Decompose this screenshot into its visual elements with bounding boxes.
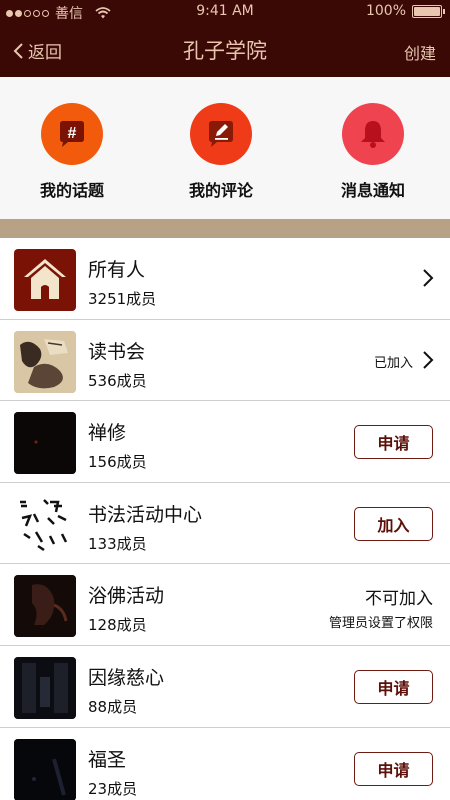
status-bar: 善信 9:41 AM 100% (0, 0, 450, 24)
notifications-button[interactable]: 消息通知 (313, 103, 433, 201)
my-topics-button[interactable]: # 我的话题 (12, 103, 132, 201)
group-name: 所有人 (88, 259, 146, 281)
chevron-right-icon (423, 350, 434, 369)
nav-bar: 返回 孔子学院 创建 (0, 24, 450, 77)
group-avatar (14, 575, 76, 638)
quick-actions: # 我的话题 我的评论 消息通知 (0, 77, 450, 219)
group-name: 读书会 (88, 340, 146, 363)
hash-bubble-icon: # (41, 103, 103, 165)
group-member-count: 536成员 (88, 371, 147, 390)
group-avatar (14, 493, 76, 556)
quick-label: 我的话题 (39, 181, 104, 200)
apply-button[interactable]: 申请 (354, 669, 433, 704)
group-member-count: 133成员 (88, 534, 147, 553)
battery-icon (412, 4, 445, 18)
chevron-right-icon (423, 269, 434, 287)
top-bar: 善信 9:41 AM 100% 返回 孔子学院 创建 (0, 0, 450, 77)
apply-button[interactable]: 申请 (354, 425, 433, 460)
group-name: 书法活动中心 (88, 503, 203, 526)
unavailable-status: 不可加入 (365, 589, 433, 610)
pencil-bubble-icon (190, 103, 252, 165)
group-avatar (14, 330, 76, 393)
quick-label: 我的评论 (188, 181, 253, 200)
group-member-count: 156成员 (88, 453, 147, 472)
group-list: 所有人 3251成员 读书会 536成员 已加入 禅修 156成员 申请 书法活… (0, 238, 450, 800)
permission-note: 管理员设置了权限 (328, 616, 433, 632)
page-title: 孔子学院 (183, 39, 267, 63)
joined-status: 已加入 (373, 355, 413, 371)
group-row-everyone[interactable]: 所有人 3251成员 (0, 238, 450, 320)
apply-button[interactable]: 申请 (354, 751, 433, 786)
svg-text:#: # (68, 125, 77, 142)
group-member-count: 3251成员 (88, 290, 157, 308)
group-name: 禅修 (88, 422, 127, 445)
group-member-count: 128成员 (88, 616, 147, 635)
group-name: 浴佛活动 (88, 585, 165, 608)
battery-percent: 100% (365, 3, 406, 19)
my-comments-button[interactable]: 我的评论 (161, 103, 281, 201)
group-avatar (14, 412, 76, 475)
group-row-compassion[interactable]: 因缘慈心 88成员 申请 (0, 645, 450, 728)
group-row-fusheng[interactable]: 福圣 23成员 申请 (0, 727, 450, 800)
group-name: 福圣 (88, 748, 127, 771)
group-row-calligraphy[interactable]: 书法活动中心 133成员 加入 (0, 482, 450, 565)
group-row-reading-club[interactable]: 读书会 536成员 已加入 (0, 319, 450, 402)
section-divider (0, 219, 450, 238)
group-avatar (14, 738, 76, 800)
house-icon (14, 249, 76, 311)
quick-label: 消息通知 (340, 181, 405, 200)
bell-icon (342, 103, 404, 165)
group-name: 因缘慈心 (88, 666, 165, 689)
status-right: 100% (365, 3, 445, 19)
group-member-count: 88成员 (88, 697, 138, 716)
join-button[interactable]: 加入 (354, 506, 433, 541)
create-button[interactable]: 创建 (404, 40, 436, 64)
group-member-count: 23成员 (88, 779, 138, 798)
group-avatar (14, 656, 76, 719)
group-row-bathing-buddha[interactable]: 浴佛活动 128成员 不可加入 管理员设置了权限 (0, 564, 450, 646)
group-row-meditation[interactable]: 禅修 156成员 申请 (0, 401, 450, 483)
battery-level (414, 6, 440, 16)
